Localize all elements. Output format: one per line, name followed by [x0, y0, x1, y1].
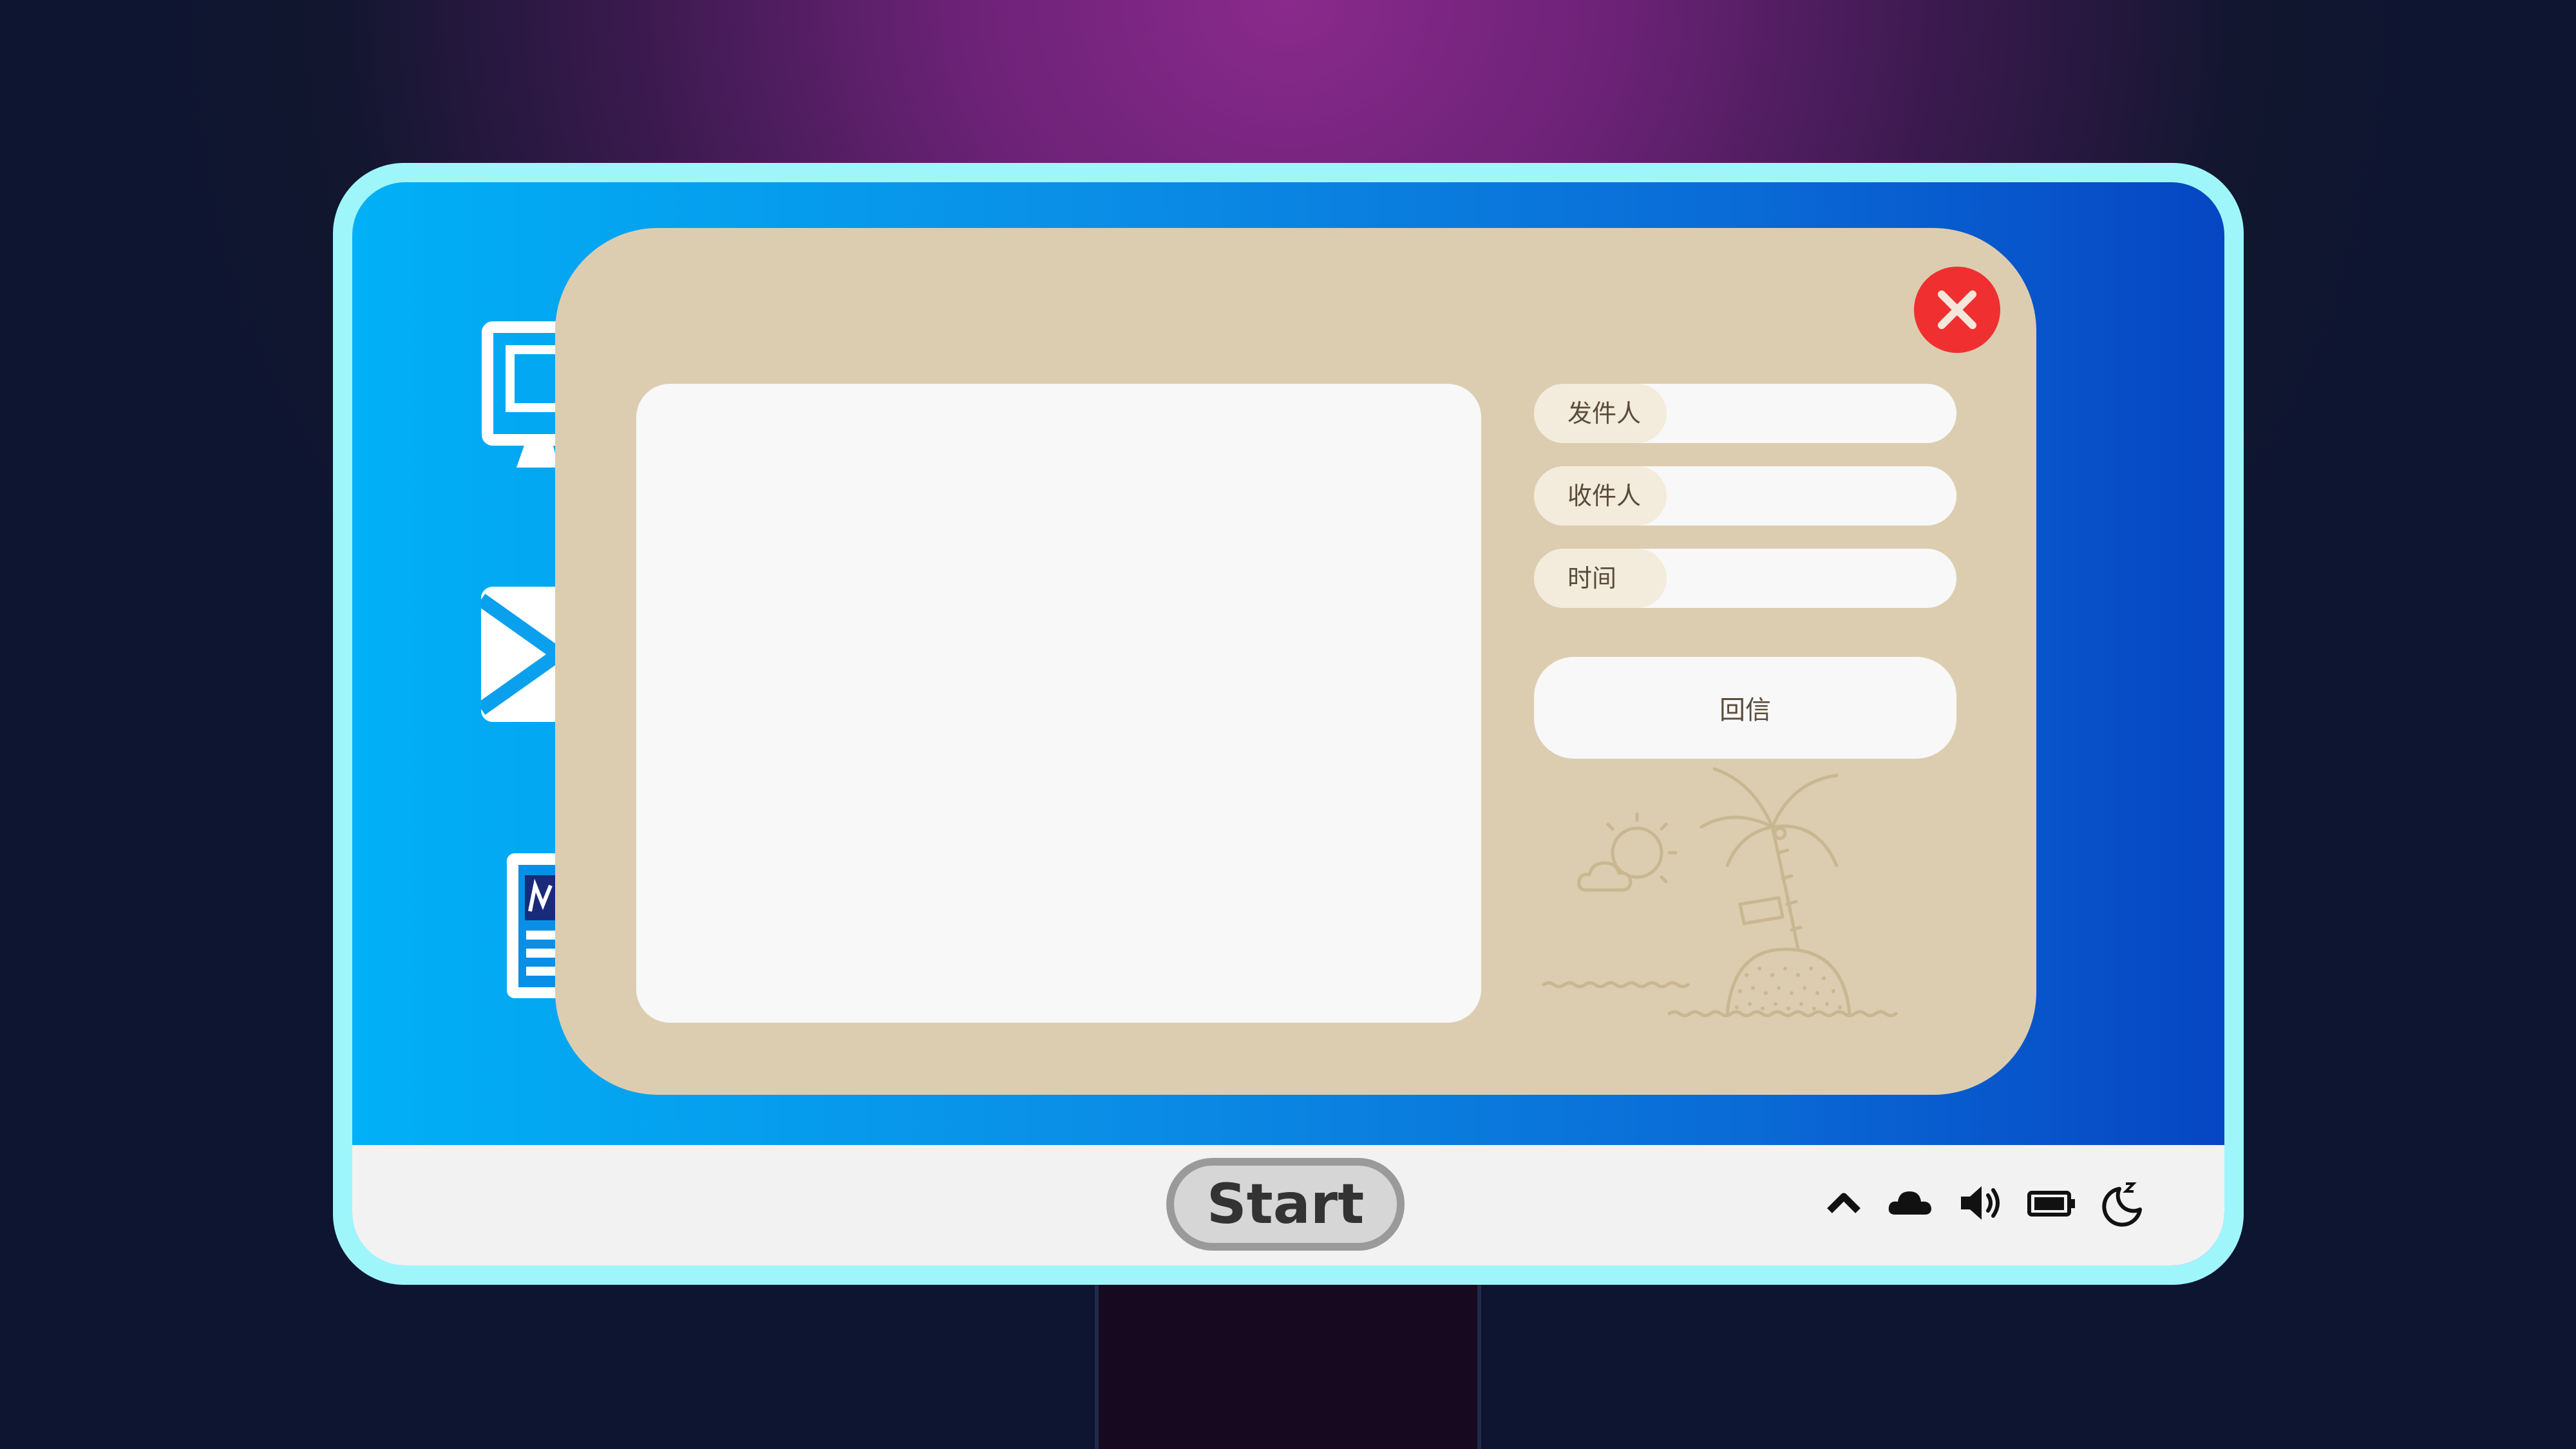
taskbar: Start — [352, 1145, 2224, 1265]
volume-icon[interactable] — [1956, 1177, 2007, 1229]
close-icon — [1938, 290, 1976, 329]
sleep-icon[interactable] — [2098, 1177, 2149, 1229]
close-button[interactable] — [1914, 267, 2000, 353]
sender-value[interactable] — [1682, 384, 1937, 443]
reply-button[interactable]: 回信 — [1534, 657, 1956, 759]
recipient-value[interactable] — [1682, 466, 1937, 526]
cloud-icon[interactable] — [1885, 1177, 1937, 1229]
time-label: 时间 — [1534, 549, 1667, 608]
battery-icon[interactable] — [2027, 1177, 2078, 1229]
chevron-up-icon[interactable] — [1818, 1177, 1870, 1229]
beach-island-illustration — [1542, 767, 1898, 1018]
recipient-field[interactable]: 收件人 — [1534, 466, 1956, 526]
sender-field[interactable]: 发件人 — [1534, 384, 1956, 443]
recipient-label: 收件人 — [1534, 466, 1667, 526]
time-field[interactable]: 时间 — [1534, 549, 1956, 608]
message-body[interactable] — [636, 384, 1481, 1023]
mail-window: 发件人 收件人 时间 回信 — [555, 228, 2036, 1095]
monitor-stand — [1095, 1282, 1481, 1449]
sender-label: 发件人 — [1534, 384, 1667, 443]
start-button[interactable]: Start — [1166, 1158, 1405, 1251]
time-value[interactable] — [1682, 549, 1937, 608]
